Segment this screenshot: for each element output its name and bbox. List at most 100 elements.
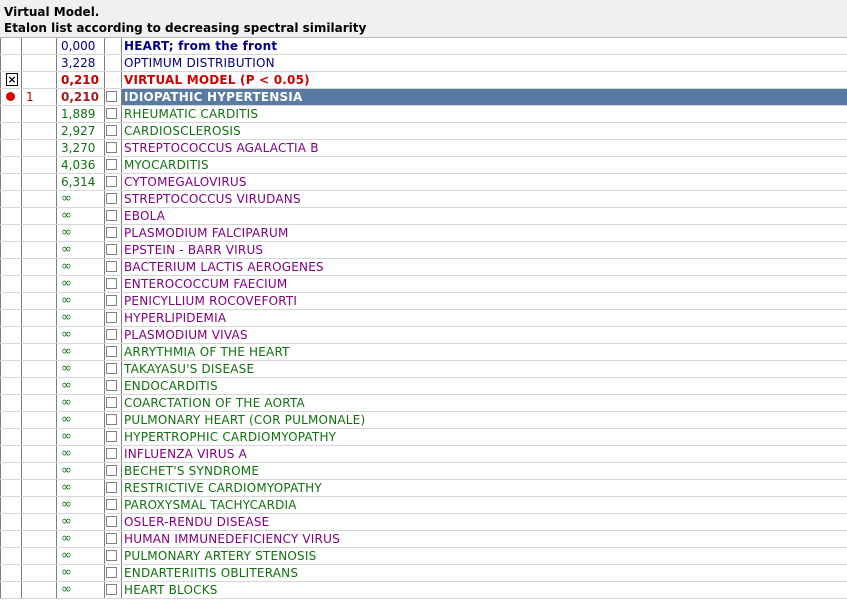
table-row[interactable]: ∞ PLASMODIUM VIVAS (0, 327, 847, 344)
table-row[interactable]: ∞ BACTERIUM LACTIS AEROGENES (0, 259, 847, 276)
row-checkbox[interactable] (106, 227, 117, 238)
row-indicator (0, 242, 22, 258)
table-row[interactable]: ∞ OSLER-RENDU DISEASE (0, 514, 847, 531)
table-row[interactable]: ∞ RESTRICTIVE CARDIOMYOPATHY (0, 480, 847, 497)
table-row[interactable]: ∞ EPSTEIN - BARR VIRUS (0, 242, 847, 259)
etalon-name: STREPTOCOCCUS VIRUDANS (124, 192, 301, 206)
table-row[interactable]: 3,228 OPTIMUM DISTRIBUTION (0, 55, 847, 72)
rank-cell (22, 548, 57, 564)
etalon-name: HYPERTROPHIC CARDIOMYOPATHY (124, 430, 337, 444)
row-checkbox[interactable] (106, 414, 117, 425)
table-row[interactable]: ∞ PLASMODIUM FALCIPARUM (0, 225, 847, 242)
row-checkbox[interactable] (106, 465, 117, 476)
distance-value: ∞ (57, 531, 105, 547)
checkbox-cell (105, 242, 122, 258)
table-row[interactable]: ∞ PULMONARY HEART (COR PULMONALE) (0, 412, 847, 429)
rank-cell (22, 582, 57, 598)
table-row[interactable]: ∞ PULMONARY ARTERY STENOSIS (0, 548, 847, 565)
row-checkbox[interactable] (106, 380, 117, 391)
row-checkbox[interactable] (106, 482, 117, 493)
table-row[interactable]: ∞ HUMAN IMMUNEDEFICIENCY VIRUS (0, 531, 847, 548)
table-row[interactable]: 6,314 CYTOMEGALOVIRUS (0, 174, 847, 191)
table-row[interactable]: 1 0,210 IDIOPATHIC HYPERTENSIA (0, 89, 847, 106)
table-row[interactable]: ∞ TAKAYASU'S DISEASE (0, 361, 847, 378)
table-row[interactable]: ∞ PENICYLLIUM ROCOVEFORTI (0, 293, 847, 310)
row-checkbox[interactable] (106, 363, 117, 374)
row-checkbox[interactable] (106, 142, 117, 153)
checkbox-cell (105, 89, 122, 105)
row-checkbox[interactable] (106, 533, 117, 544)
checkbox-cell (105, 361, 122, 377)
row-checkbox[interactable] (106, 108, 117, 119)
checkbox-cell (105, 378, 122, 394)
table-row[interactable]: ∞ STREPTOCOCCUS VIRUDANS (0, 191, 847, 208)
table-row[interactable]: ∞ EBOLA (0, 208, 847, 225)
table-row[interactable]: ∞ COARCTATION OF THE AORTA (0, 395, 847, 412)
table-row[interactable]: ∞ HEART BLOCKS (0, 582, 847, 599)
row-indicator (0, 361, 22, 377)
etalon-name: INFLUENZA VIRUS A (124, 447, 248, 461)
row-checkbox[interactable] (106, 91, 117, 102)
distance-value: 3,228 (57, 55, 105, 71)
table-row[interactable]: × 0,210 VIRTUAL MODEL (P < 0.05) (0, 72, 847, 89)
etalon-name: VIRTUAL MODEL (P < 0.05) (124, 73, 310, 87)
table-row[interactable]: 0,000 HEART; from the front (0, 38, 847, 55)
row-checkbox[interactable] (106, 431, 117, 442)
checkbox-cell (105, 327, 122, 343)
rank-cell (22, 38, 57, 54)
row-checkbox[interactable] (106, 346, 117, 357)
row-checkbox[interactable] (106, 159, 117, 170)
table-row[interactable]: ∞ BECHET'S SYNDROME (0, 463, 847, 480)
rank-cell (22, 497, 57, 513)
row-checkbox[interactable] (106, 210, 117, 221)
etalon-list: 0,000 HEART; from the front 3,228 OPTIMUM D… (0, 38, 847, 599)
row-checkbox[interactable] (106, 312, 117, 323)
distance-value: ∞ (57, 378, 105, 394)
rank-cell (22, 429, 57, 445)
table-row[interactable]: ∞ HYPERLIPIDEMIA (0, 310, 847, 327)
distance-value: ∞ (57, 310, 105, 326)
etalon-name: PULMONARY ARTERY STENOSIS (124, 549, 317, 563)
distance-value: 4,036 (57, 157, 105, 173)
table-row[interactable]: ∞ ARRYTHMIA OF THE HEART (0, 344, 847, 361)
table-row[interactable]: ∞ HYPERTROPHIC CARDIOMYOPATHY (0, 429, 847, 446)
checkbox-cell (105, 344, 122, 360)
rank-cell (22, 565, 57, 581)
row-checkbox[interactable] (106, 584, 117, 595)
etalon-name: HYPERLIPIDEMIA (124, 311, 227, 325)
table-row[interactable]: 3,270 STREPTOCOCCUS AGALACTIA B (0, 140, 847, 157)
distance-value: ∞ (57, 395, 105, 411)
etalon-name: TAKAYASU'S DISEASE (124, 362, 255, 376)
row-checkbox[interactable] (106, 278, 117, 289)
table-row[interactable]: ∞ PAROXYSMAL TACHYCARDIA (0, 497, 847, 514)
row-checkbox[interactable] (106, 448, 117, 459)
table-row[interactable]: ∞ ENDOCARDITIS (0, 378, 847, 395)
row-checkbox[interactable] (106, 516, 117, 527)
row-checkbox[interactable] (106, 397, 117, 408)
row-indicator (0, 344, 22, 360)
table-row[interactable]: ∞ ENDARTERIITIS OBLITERANS (0, 565, 847, 582)
row-checkbox[interactable] (106, 550, 117, 561)
rank-cell (22, 412, 57, 428)
row-checkbox[interactable] (106, 261, 117, 272)
row-checkbox[interactable] (106, 125, 117, 136)
table-row[interactable]: 4,036 MYOCARDITIS (0, 157, 847, 174)
row-indicator (0, 480, 22, 496)
distance-value: ∞ (57, 463, 105, 479)
table-row[interactable]: ∞ INFLUENZA VIRUS A (0, 446, 847, 463)
row-checkbox[interactable] (106, 244, 117, 255)
etalon-name: PENICYLLIUM ROCOVEFORTI (124, 294, 298, 308)
row-checkbox[interactable] (106, 176, 117, 187)
row-checkbox[interactable] (106, 499, 117, 510)
table-row[interactable]: ∞ ENTEROCOCCUM FAECIUM (0, 276, 847, 293)
distance-value: ∞ (57, 446, 105, 462)
row-checkbox[interactable] (106, 567, 117, 578)
table-row[interactable]: 2,927 CARDIOSCLEROSIS (0, 123, 847, 140)
table-row[interactable]: 1,889 RHEUMATIC CARDITIS (0, 106, 847, 123)
etalon-name: PLASMODIUM FALCIPARUM (124, 226, 289, 240)
row-indicator (0, 531, 22, 547)
row-checkbox[interactable] (106, 193, 117, 204)
row-checkbox[interactable] (106, 295, 117, 306)
rank-cell: 1 (22, 89, 57, 105)
row-checkbox[interactable] (106, 329, 117, 340)
